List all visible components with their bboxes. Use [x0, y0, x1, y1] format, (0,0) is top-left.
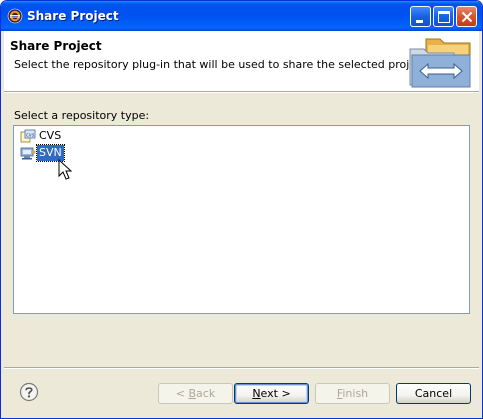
close-button[interactable] — [456, 6, 477, 27]
finish-button[interactable]: Finish — [315, 383, 390, 404]
cvs-repository-icon: cvs — [20, 129, 36, 143]
page-description: Select the repository plug-in that will … — [14, 58, 430, 71]
footer-separator — [4, 367, 479, 369]
page-title: Share Project — [10, 39, 102, 53]
list-item-label: CVS — [39, 129, 62, 142]
repository-type-list[interactable]: cvs CVS SVN — [13, 125, 470, 314]
back-button-rest: ack — [196, 387, 216, 400]
maximize-icon — [438, 11, 450, 23]
next-button-rest: ext > — [260, 387, 291, 400]
eclipse-app-icon — [7, 8, 23, 24]
share-project-banner-icon — [409, 38, 471, 88]
wizard-header: Share Project Select the repository plug… — [4, 31, 479, 91]
header-separator — [4, 91, 479, 93]
window-title: Share Project — [27, 9, 119, 23]
close-icon — [461, 11, 473, 23]
back-button-prefix: < — [175, 387, 189, 400]
minimize-button[interactable] — [410, 6, 431, 27]
finish-button-rest: inish — [342, 387, 369, 400]
minimize-icon — [416, 20, 423, 23]
share-project-dialog: Share Project Share Project Select the r… — [0, 0, 483, 419]
next-button-mnemonic: N — [252, 387, 261, 400]
next-button[interactable]: Next > — [234, 383, 309, 404]
svg-text:cvs: cvs — [26, 133, 35, 139]
back-button[interactable]: < Back — [158, 383, 233, 404]
svn-repository-icon — [20, 147, 36, 160]
cancel-button[interactable]: Cancel — [396, 383, 471, 404]
help-icon[interactable] — [19, 382, 39, 402]
repository-type-label: Select a repository type: — [14, 109, 150, 122]
maximize-button[interactable] — [433, 6, 454, 27]
mouse-cursor-icon — [58, 159, 73, 180]
title-bar[interactable]: Share Project — [1, 1, 482, 31]
back-button-mnemonic: B — [188, 387, 197, 400]
